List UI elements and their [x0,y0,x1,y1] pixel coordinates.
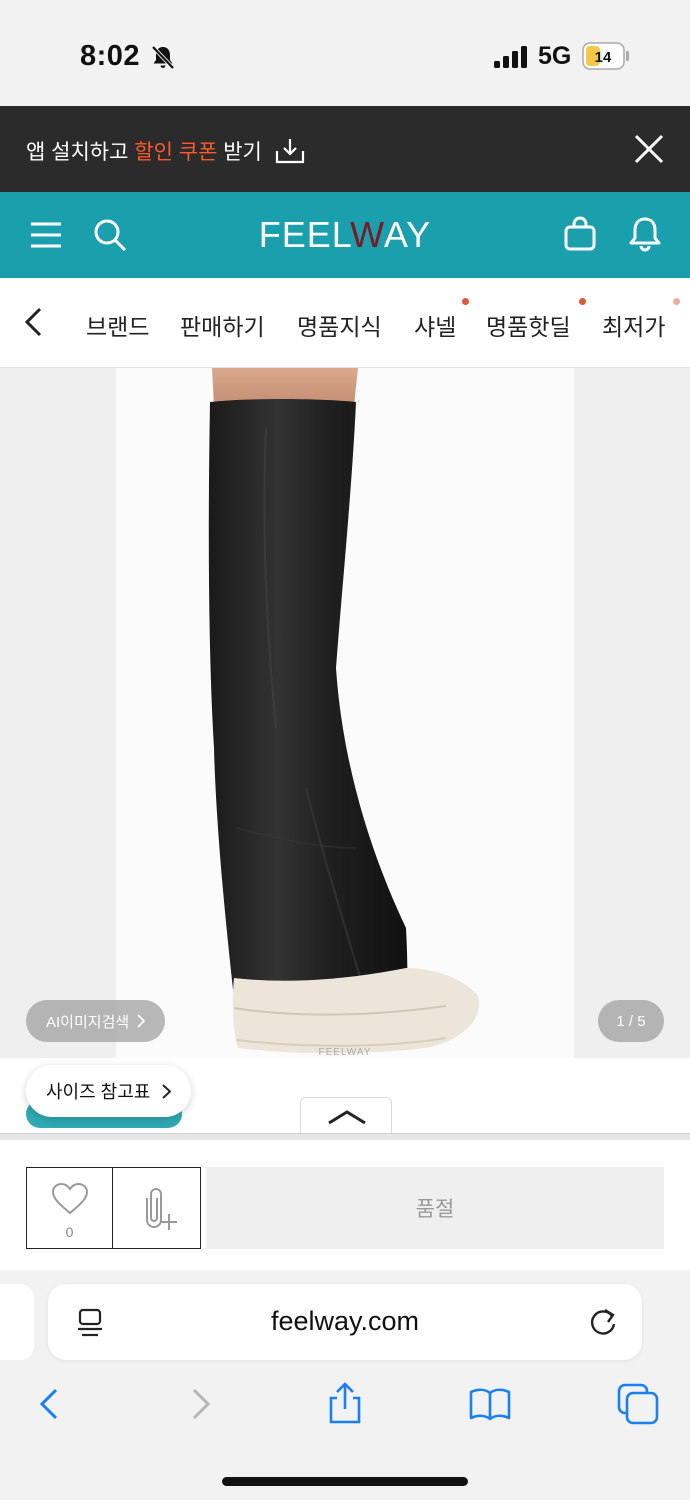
network-label: 5G [538,42,572,70]
banner-text-after: 받기 [217,141,262,164]
category-item-lowest-price[interactable]: 최저가 [602,308,665,342]
sold-out-button[interactable]: 품절 [206,1167,664,1249]
logo-part-2: W [350,214,384,255]
app-install-banner[interactable]: 앱 설치하고 할인 쿠폰 받기 [0,106,690,192]
bell-muted-icon [151,45,175,70]
logo-part-1: FEEL [258,214,351,255]
chevron-right-icon [162,1083,172,1099]
new-dot [462,298,469,305]
new-dot [673,298,680,305]
chevron-right-icon [137,1014,146,1028]
size-chart-label: 사이즈 참고표 [46,1082,151,1102]
watermark: FEELWAY [319,1047,372,1058]
browser-toolbar: feelway.com [0,1270,690,1500]
category-nav: 브랜드 판매하기 명품지식 샤넬 명품핫딜 최저가 [0,278,690,368]
download-icon [275,139,304,164]
app-install-text[interactable]: 앱 설치하고 할인 쿠폰 받기 [26,136,306,166]
status-bar: 8:02 5G 14 [0,0,690,106]
save-clip-button[interactable] [112,1167,201,1249]
paperclip-plus-icon [146,1188,177,1230]
chevron-left-icon[interactable] [22,306,46,338]
category-item-hotdeal[interactable]: 명품핫딜 [486,308,571,342]
action-bar: 0 품절 [0,1140,690,1270]
ai-image-search-label: AI이미지검색 [46,1013,130,1031]
address-bar[interactable]: feelway.com [48,1284,642,1360]
back-icon[interactable] [28,1382,72,1426]
notification-bell-icon[interactable] [626,214,664,252]
previous-tab-preview[interactable] [0,1284,34,1360]
tabs-icon[interactable] [616,1382,660,1426]
home-indicator[interactable] [222,1477,468,1486]
battery-level: 14 [595,49,612,66]
divider [0,1133,690,1140]
close-icon[interactable] [632,132,666,166]
reload-icon[interactable] [588,1306,618,1338]
category-item-knowledge[interactable]: 명품지식 [297,308,382,342]
category-item-chanel[interactable]: 샤넬 [414,308,456,342]
bookmarks-icon[interactable] [468,1382,512,1426]
boot-image: FEELWAY [208,368,480,1058]
site-header: FEELWAY [0,192,690,278]
like-count: 0 [65,1224,74,1240]
category-item-brand[interactable]: 브랜드 [86,308,149,342]
ai-image-search-button[interactable]: AI이미지검색 [26,1000,166,1042]
battery-icon: 14 [582,42,629,70]
expand-panel-tab[interactable] [300,1097,392,1133]
category-item-sell[interactable]: 판매하기 [180,308,265,342]
shopping-bag-icon[interactable] [562,216,598,252]
share-icon[interactable] [323,1382,367,1426]
logo-part-3: AY [383,214,432,255]
signal-icon [494,46,527,68]
status-time: 8:02 [80,40,141,72]
product-image-carousel[interactable]: FEELWAY AI이미지검색 1 / 5 [0,368,690,1058]
product-photo[interactable]: FEELWAY [116,368,574,1058]
url-text[interactable]: feelway.com [48,1306,642,1337]
new-dot [579,298,586,305]
size-chart-button[interactable]: 사이즈 참고표 [26,1065,192,1117]
forward-icon[interactable] [178,1382,222,1426]
like-button[interactable]: 0 [26,1167,113,1249]
image-pager: 1 / 5 [598,1000,664,1042]
heart-icon [51,1182,89,1215]
banner-text-before: 앱 설치하고 [26,141,135,164]
chevron-up-icon [328,1110,366,1125]
banner-coupon-highlight: 할인 쿠폰 [134,141,218,164]
